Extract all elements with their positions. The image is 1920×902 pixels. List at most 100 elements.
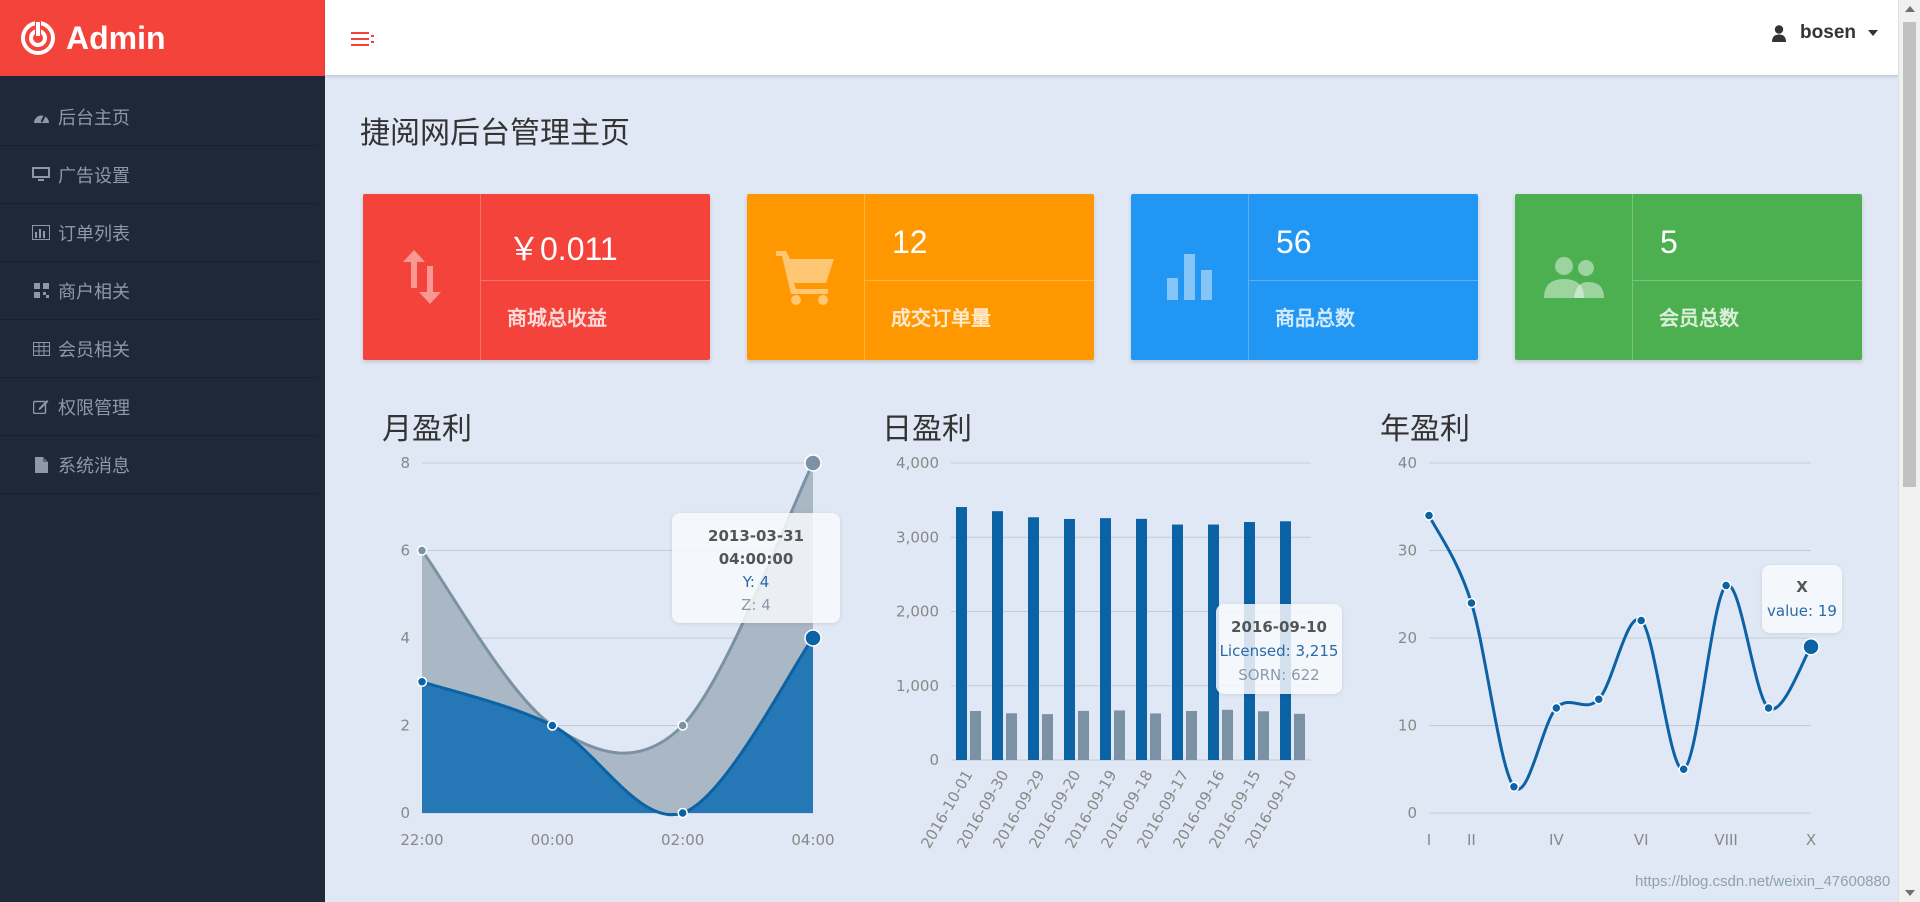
series-z-point <box>416 545 428 556</box>
sidebar-item-messages[interactable]: 系统消息 <box>0 436 319 494</box>
user-icon <box>1772 24 1787 42</box>
series-y-point <box>416 676 428 687</box>
stat-card-revenue[interactable]: ￥0.011 商城总收益 <box>363 194 710 360</box>
stat-card-orders[interactable]: 12 成交订单量 <box>747 194 1094 360</box>
y-tick-label: 8 <box>400 454 410 472</box>
data-point <box>1720 580 1732 591</box>
brand-bar[interactable]: Admin <box>0 0 325 76</box>
tooltip-value: value: 19 <box>1767 602 1837 620</box>
data-point <box>1466 597 1477 609</box>
stat-label: 成交订单量 <box>891 306 991 330</box>
y-tick-label: 20 <box>1398 629 1417 647</box>
tooltip-time: 04:00:00 <box>718 550 794 568</box>
user-menu[interactable]: bosen <box>1772 22 1878 44</box>
sidebar-item-label: 系统消息 <box>58 455 130 477</box>
yearly-line-chart[interactable]: 010203040I II IV VI VIII X <box>1375 440 1855 860</box>
table-icon <box>32 340 50 358</box>
sidebar-item-orders[interactable]: 订单列表 <box>0 204 319 262</box>
edit-icon <box>32 398 50 416</box>
file-icon <box>32 456 50 474</box>
bar-sorn <box>1294 713 1305 760</box>
scrollbar-thumb[interactable] <box>1903 22 1916 487</box>
logo-icon <box>21 20 55 55</box>
x-tick-label: 02:00 <box>661 831 704 849</box>
sidebar-item-label: 后台主页 <box>58 107 130 129</box>
scroll-up-icon[interactable] <box>1905 6 1915 12</box>
y-tick-label: 0 <box>929 751 939 769</box>
sidebar-item-merchants[interactable]: 商户相关 <box>0 262 319 320</box>
sidebar-item-members[interactable]: 会员相关 <box>0 320 319 378</box>
monitor-icon <box>32 166 50 184</box>
series-y-point <box>804 629 822 647</box>
stat-value: ￥0.011 <box>508 231 618 267</box>
bar-licensed <box>1064 518 1075 760</box>
y-tick-label: 1,000 <box>896 677 939 695</box>
stat-card-products[interactable]: 56 商品总数 <box>1131 194 1478 360</box>
tooltip-y-value: Y: 4 <box>742 573 770 591</box>
bar-licensed <box>1136 518 1147 760</box>
series-z-point <box>804 454 822 472</box>
sidebar-menu: 后台主页 广告设置 订单列表 商户相关 会员相关 权限管理 系统消息 <box>0 88 325 494</box>
y-tick-label: 4 <box>400 629 410 647</box>
series-value-line <box>1427 514 1813 791</box>
users-icon <box>1515 194 1633 360</box>
sidebar-item-ads[interactable]: 广告设置 <box>0 146 319 204</box>
dashboard-icon <box>32 108 50 126</box>
y-tick-label: 0 <box>1407 804 1417 822</box>
qrcode-icon <box>32 282 50 300</box>
x-tick-label: IV <box>1549 831 1564 849</box>
stat-value: 12 <box>892 224 928 260</box>
watermark: https://blog.csdn.net/weixin_47600880 <box>1635 873 1891 890</box>
data-point <box>1635 615 1647 626</box>
x-tick-label: 04:00 <box>791 831 834 849</box>
stat-label: 商城总收益 <box>507 306 607 330</box>
y-tick-label: 2 <box>400 717 410 735</box>
monthly-area-chart[interactable]: 0 2 4 6 8 22:00 00:00 02:00 04:00 <box>380 440 850 860</box>
tooltip-licensed-value: Licensed: 3,215 <box>1219 642 1339 660</box>
username: bosen <box>1800 22 1856 43</box>
stat-label: 商品总数 <box>1275 306 1355 330</box>
x-tick-label: II <box>1467 831 1476 849</box>
page-scrollbar[interactable] <box>1898 0 1920 902</box>
bar-sorn <box>1150 713 1161 760</box>
daily-chart-tooltip: 2016-09-10 Licensed: 3,215 SORN: 622 <box>1216 604 1342 694</box>
card-divider <box>481 280 710 281</box>
sidebar-item-dashboard[interactable]: 后台主页 <box>0 88 319 146</box>
menu-toggle-icon[interactable] <box>351 31 375 47</box>
y-tick-label: 30 <box>1398 542 1417 560</box>
tooltip-date: 2016-09-10 <box>1231 618 1327 636</box>
brand-name: Admin <box>66 19 166 56</box>
sidebar-item-label: 会员相关 <box>58 339 130 361</box>
bar-sorn <box>1258 711 1269 760</box>
stat-card-members[interactable]: 5 会员总数 <box>1515 194 1862 360</box>
x-tick-label: X <box>1806 831 1816 849</box>
data-point <box>1802 638 1820 656</box>
stat-value: 56 <box>1276 224 1312 260</box>
caret-down-icon <box>1868 30 1878 36</box>
sidebar-item-label: 广告设置 <box>58 165 130 187</box>
bar-chart-icon <box>32 224 50 242</box>
data-point <box>1551 702 1562 714</box>
bar-sorn <box>1006 713 1017 760</box>
y-tick-label: 3,000 <box>896 528 939 546</box>
bar-sorn <box>1078 710 1089 760</box>
y-tick-label: 6 <box>400 542 410 560</box>
y-tick-label: 0 <box>400 804 410 822</box>
bar-licensed <box>1172 524 1183 760</box>
series-y-point <box>547 720 558 731</box>
sidebar-item-permissions[interactable]: 权限管理 <box>0 378 319 436</box>
bar-sorn <box>1186 710 1197 760</box>
x-tick-label: 00:00 <box>531 831 574 849</box>
cart-icon <box>747 194 865 360</box>
y-tick-label: 40 <box>1398 454 1417 472</box>
bar-licensed <box>1028 517 1039 760</box>
yearly-chart-tooltip: X value: 19 <box>1762 565 1842 633</box>
tooltip-date: 2013-03-31 <box>708 527 804 545</box>
bar-sorn <box>1042 714 1053 760</box>
bar-sorn <box>970 710 981 760</box>
bar-chart-icon <box>1131 194 1249 360</box>
scroll-down-icon[interactable] <box>1905 890 1915 896</box>
x-tick-label: 22:00 <box>400 831 443 849</box>
bar-licensed <box>956 507 967 760</box>
swap-arrows-icon <box>363 194 481 360</box>
